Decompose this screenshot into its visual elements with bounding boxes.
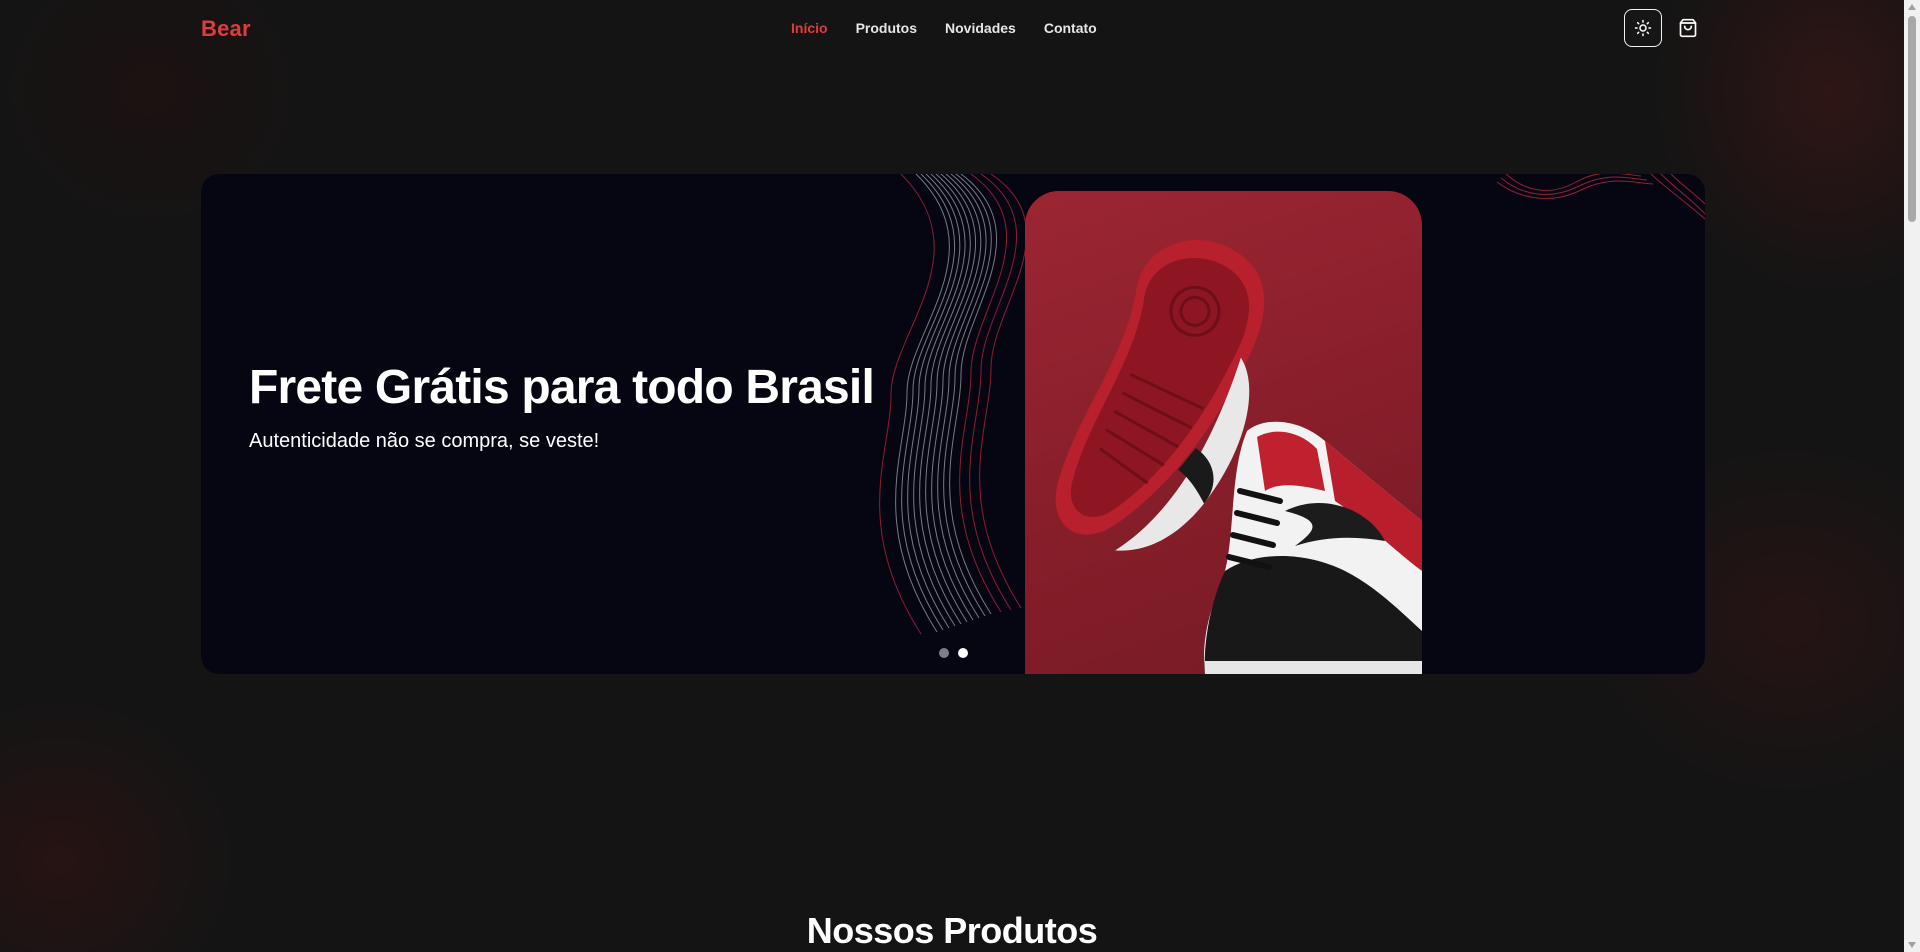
- page: Bear Início Produtos Novidades Contato F…: [0, 0, 1920, 952]
- hero-banner: Frete Grátis para todo Brasil Autenticid…: [201, 174, 1705, 674]
- nav-item-produtos[interactable]: Produtos: [856, 20, 917, 36]
- scroll-up-arrow-icon[interactable]: [1904, 0, 1920, 14]
- carousel-dot-1[interactable]: [939, 648, 949, 658]
- sneakers-illustration: [1055, 240, 1422, 674]
- nav-item-contato[interactable]: Contato: [1044, 20, 1097, 36]
- vertical-scrollbar[interactable]: [1904, 0, 1920, 952]
- shopping-bag-icon: [1679, 18, 1697, 38]
- carousel-dots: [939, 648, 968, 658]
- hero-title: Frete Grátis para todo Brasil: [249, 361, 875, 414]
- wave-lines-decoration: [879, 174, 1705, 635]
- nav-item-novidades[interactable]: Novidades: [945, 20, 1016, 36]
- red-sneakers-photo: [1025, 191, 1422, 674]
- sun-icon: [1634, 19, 1652, 37]
- hero-subtitle: Autenticidade não se compra, se veste!: [249, 430, 600, 452]
- site-header: Bear Início Produtos Novidades Contato: [0, 0, 1904, 58]
- main-nav: Início Produtos Novidades Contato: [791, 20, 1097, 36]
- scroll-down-arrow-icon[interactable]: [1904, 938, 1920, 952]
- carousel-dot-2[interactable]: [958, 648, 968, 658]
- brand-logo[interactable]: Bear: [201, 16, 251, 42]
- nav-item-inicio[interactable]: Início: [791, 20, 828, 36]
- cart-button[interactable]: [1674, 14, 1702, 42]
- section-title-products: Nossos Produtos: [806, 910, 1098, 951]
- theme-toggle-button[interactable]: [1624, 9, 1662, 47]
- scrollbar-thumb[interactable]: [1908, 16, 1916, 222]
